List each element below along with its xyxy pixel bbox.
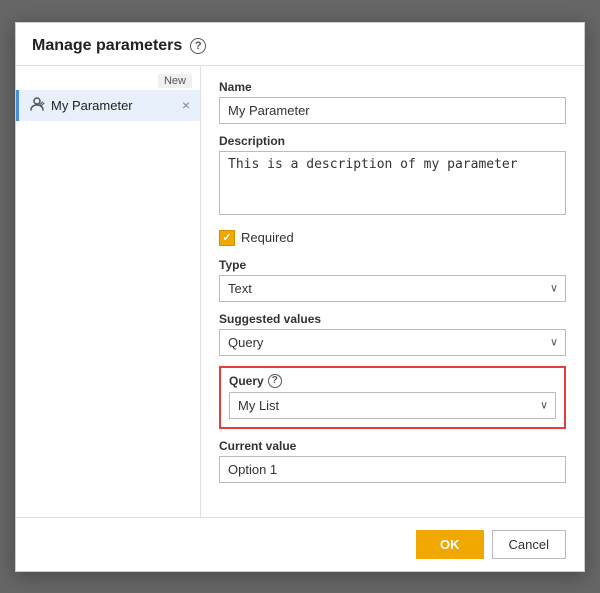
description-textarea[interactable] <box>219 151 566 215</box>
current-value-label: Current value <box>219 439 566 453</box>
parameter-close-icon[interactable]: × <box>182 98 190 112</box>
new-badge-row: New <box>16 74 200 90</box>
dialog-footer: OK Cancel <box>16 517 584 571</box>
required-row: ✓ Required <box>219 230 566 246</box>
parameter-name: My Parameter <box>51 98 176 113</box>
check-icon: ✓ <box>222 231 231 244</box>
new-badge: New <box>158 74 192 88</box>
query-select[interactable]: My List <box>229 392 556 419</box>
description-label: Description <box>219 134 566 148</box>
required-label: Required <box>241 230 294 245</box>
query-info-icon[interactable]: ? <box>268 374 282 388</box>
suggested-values-select[interactable]: Query <box>219 329 566 356</box>
suggested-values-field-group: Suggested values Query ∨ <box>219 312 566 356</box>
cancel-button[interactable]: Cancel <box>492 530 566 559</box>
description-field-group: Description <box>219 134 566 218</box>
name-label: Name <box>219 80 566 94</box>
dialog-header: Manage parameters ? <box>16 23 584 66</box>
query-select-wrapper: My List ∨ <box>229 392 556 419</box>
ok-button[interactable]: OK <box>416 530 484 559</box>
type-select[interactable]: Text <box>219 275 566 302</box>
right-panel: Name Description ✓ Required Type <box>201 66 584 517</box>
name-field-group: Name <box>219 80 566 124</box>
current-value-input[interactable] <box>219 456 566 483</box>
suggested-values-label: Suggested values <box>219 312 566 326</box>
query-label-row: Query ? <box>229 374 556 388</box>
parameter-item[interactable]: My Parameter × <box>16 90 200 121</box>
name-input[interactable] <box>219 97 566 124</box>
suggested-values-select-wrapper: Query ∨ <box>219 329 566 356</box>
left-panel: New My Parameter × <box>16 66 201 517</box>
dialog-help-icon[interactable]: ? <box>190 38 206 54</box>
query-field-group: Query ? My List ∨ <box>219 366 566 429</box>
current-value-field-group: Current value <box>219 439 566 483</box>
dialog-title: Manage parameters <box>32 37 182 55</box>
required-checkbox[interactable]: ✓ <box>219 230 235 246</box>
type-select-wrapper: Text ∨ <box>219 275 566 302</box>
manage-parameters-dialog: Manage parameters ? New My Parameter × <box>15 22 585 572</box>
type-field-group: Type Text ∨ <box>219 258 566 302</box>
dialog-body: New My Parameter × Name <box>16 66 584 517</box>
query-label: Query <box>229 374 264 388</box>
parameter-icon <box>29 96 45 115</box>
type-label: Type <box>219 258 566 272</box>
